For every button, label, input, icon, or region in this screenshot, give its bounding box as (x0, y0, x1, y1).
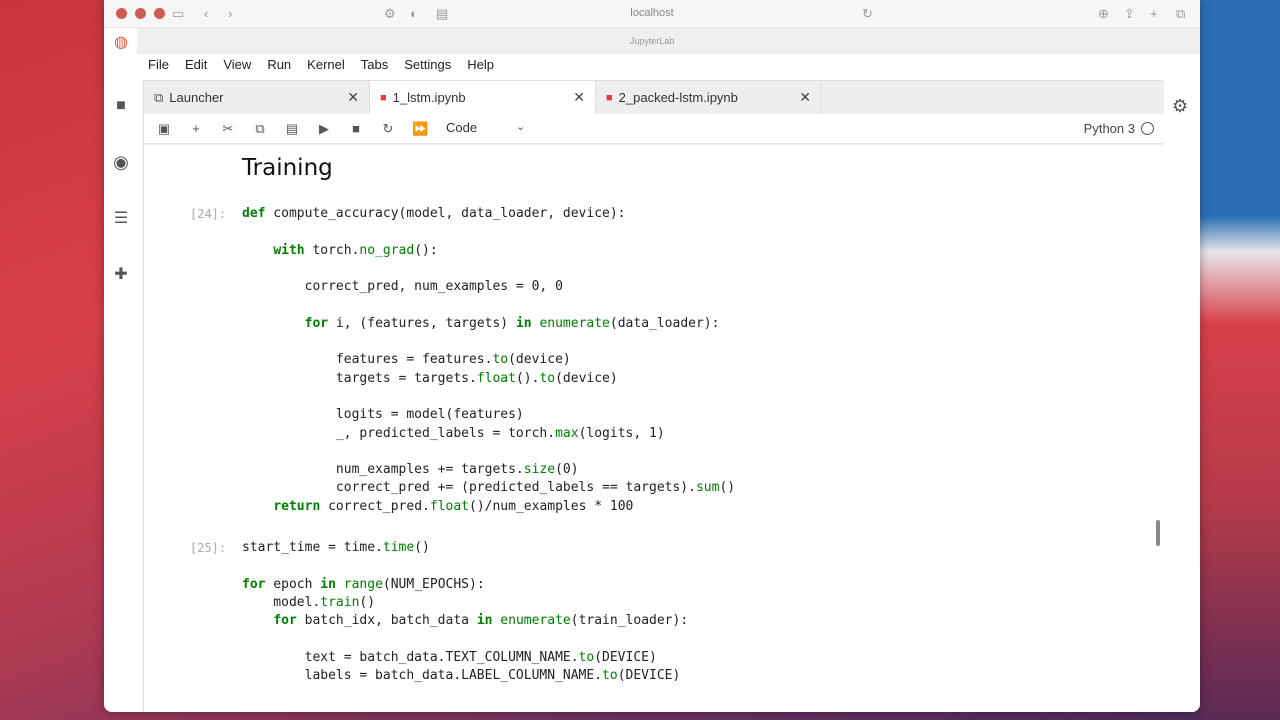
code-line: for batch_idx, batch_data in enumerate(t… (273, 613, 689, 629)
markdown-heading: Training (242, 155, 333, 181)
cell-type-select[interactable]: Code (446, 120, 477, 135)
main-dock-panel: ⧉ Launcher ✕ ■ 1_lstm.ipynb ✕ ■ 2_packed… (143, 80, 1164, 712)
notebook-toolbar: ▣ + ✂ ⧉ ▤ ▶ ■ ↻ ⏩ Code ⌄ Python 3 (144, 114, 1164, 144)
code-line: num_examples += targets.size(0) (242, 462, 579, 478)
close-icon[interactable]: ✕ (347, 89, 359, 106)
menu-file[interactable]: File (140, 54, 177, 78)
jupyter-right-sidebar: ⚙ (1162, 80, 1200, 712)
code-line: start_time = time.time() (242, 540, 430, 555)
save-icon[interactable]: ▣ (156, 121, 172, 137)
jupyter-menubar: File Edit View Run Kernel Tabs Settings … (140, 54, 502, 78)
code-line: _, predicted_labels = torch.max(logits, … (242, 425, 665, 441)
code-line: logits = model(features) (242, 407, 524, 423)
scrollbar-thumb[interactable] (1156, 520, 1160, 546)
tab-label: Launcher (169, 90, 224, 105)
code-line: targets = targets.float().to(device) (242, 370, 618, 386)
menu-view[interactable]: View (215, 54, 259, 78)
kernel-status[interactable]: Python 3 (1084, 121, 1154, 136)
cell-prompt: [24]: (190, 207, 227, 221)
notebook-content[interactable]: Training [24]: def compute_accuracy(mode… (144, 145, 1164, 712)
menu-run[interactable]: Run (259, 54, 299, 78)
cut-icon[interactable]: ✂ (220, 121, 236, 137)
menu-edit[interactable]: Edit (177, 54, 215, 78)
tab-label: 2_packed-lstm.ipynb (618, 90, 738, 105)
running-kernels-icon[interactable]: ◉ (111, 152, 131, 172)
notebook-icon: ■ (606, 91, 613, 104)
notebook-icon: ■ (380, 91, 387, 104)
code-cell-24[interactable]: def compute_accuracy(model, data_loader,… (242, 205, 735, 516)
code-cell-25[interactable]: start_time = time.time() for epoch in ra… (242, 539, 688, 685)
close-icon[interactable]: ✕ (799, 89, 811, 106)
launcher-icon: ⧉ (154, 89, 164, 105)
code-line: def compute_accuracy(model, data_loader,… (242, 206, 626, 221)
kernel-name: Python 3 (1083, 121, 1135, 136)
run-all-icon[interactable]: ⏩ (412, 121, 428, 137)
code-line: for epoch in range(NUM_EPOCHS): (242, 576, 485, 592)
code-line: with torch.no_grad(): (273, 242, 438, 258)
tab-1-lstm[interactable]: ■ 1_lstm.ipynb ✕ (370, 81, 596, 114)
insert-cell-icon[interactable]: + (188, 121, 204, 137)
download-icon[interactable]: ⊕ (1098, 6, 1109, 22)
browser-window: ▭ ‹ › ⚙ ◐ ▤ localhost ↻ ⊕ ⇪ + ⧉ JupyterL… (104, 0, 1200, 712)
run-icon[interactable]: ▶ (316, 121, 332, 137)
code-line: features = features.to(device) (242, 352, 571, 368)
address-bar[interactable]: localhost (104, 7, 1200, 19)
tabs-overview-icon[interactable]: ⧉ (1176, 6, 1185, 22)
close-icon[interactable]: ✕ (573, 89, 585, 106)
code-line: labels = batch_data.LABEL_COLUMN_NAME.to… (242, 668, 681, 684)
stop-icon[interactable]: ■ (348, 121, 364, 137)
jupyter-left-sidebar: ◍ ■ ◉ ☰ ✚ (104, 28, 137, 712)
kernel-idle-icon (1141, 122, 1154, 135)
tab-launcher[interactable]: ⧉ Launcher ✕ (144, 81, 370, 114)
property-inspector-icon[interactable]: ⚙ (1172, 96, 1188, 117)
browser-titlebar: ▭ ‹ › ⚙ ◐ ▤ localhost ↻ ⊕ ⇪ + ⧉ (104, 0, 1200, 28)
code-line: return correct_pred.float()/num_examples… (273, 498, 634, 514)
code-line: for i, (features, targets) in enumerate(… (304, 315, 720, 331)
tab-2-packed-lstm[interactable]: ■ 2_packed-lstm.ipynb ✕ (596, 81, 822, 114)
restart-icon[interactable]: ↻ (380, 121, 396, 137)
menu-settings[interactable]: Settings (396, 54, 459, 78)
cell-prompt: [25]: (190, 541, 227, 555)
menu-kernel[interactable]: Kernel (299, 54, 353, 78)
browser-tab-title: JupyterLab (629, 36, 675, 46)
browser-tab[interactable]: JupyterLab (104, 28, 1200, 54)
share-icon[interactable]: ⇪ (1124, 6, 1135, 22)
document-tabbar: ⧉ Launcher ✕ ■ 1_lstm.ipynb ✕ ■ 2_packed… (144, 81, 1164, 114)
new-tab-icon[interactable]: + (1150, 6, 1158, 21)
copy-icon[interactable]: ⧉ (252, 121, 268, 137)
reload-icon[interactable]: ↻ (862, 6, 873, 22)
desktop-background (1200, 0, 1280, 720)
chevron-down-icon[interactable]: ⌄ (516, 120, 525, 133)
menu-tabs[interactable]: Tabs (353, 54, 396, 78)
paste-icon[interactable]: ▤ (284, 121, 300, 137)
menu-help[interactable]: Help (459, 54, 502, 78)
code-line: correct_pred, num_examples = 0, 0 (242, 279, 563, 295)
code-line: correct_pred += (predicted_labels == tar… (242, 480, 736, 496)
tab-label: 1_lstm.ipynb (392, 90, 466, 105)
jupyter-logo-icon: ◍ (114, 34, 128, 51)
code-line: model.train() (242, 594, 376, 610)
folder-icon[interactable]: ■ (111, 96, 131, 116)
toc-icon[interactable]: ☰ (111, 208, 131, 228)
code-line: text = batch_data.TEXT_COLUMN_NAME.to(DE… (242, 649, 657, 665)
extension-manager-icon[interactable]: ✚ (111, 264, 131, 284)
